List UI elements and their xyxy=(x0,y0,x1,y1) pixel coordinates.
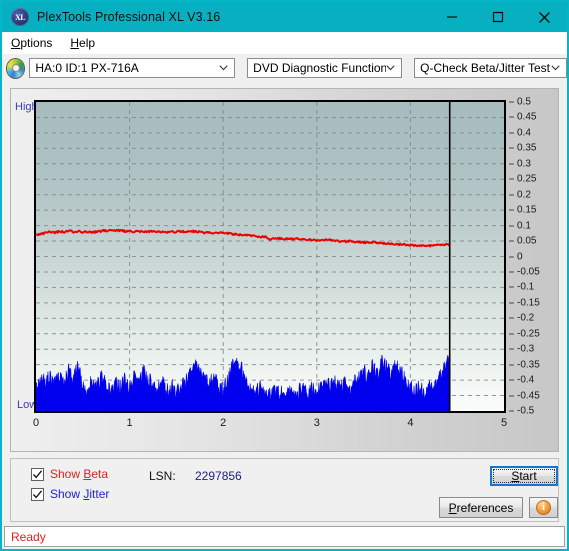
y-axis-tick-mark xyxy=(509,364,514,366)
y-axis-tick-mark xyxy=(509,410,514,412)
show-beta-checkbox[interactable] xyxy=(31,467,44,481)
y-axis-tick-mark xyxy=(509,317,514,319)
app-window: XL PlexTools Professional XL V3.16 Optio… xyxy=(0,0,569,551)
y-axis-tick-label: 0 xyxy=(517,251,523,262)
y-axis-tick-mark xyxy=(509,379,514,381)
y-axis-tick-label: -0.25 xyxy=(517,328,540,340)
window-title: PlexTools Professional XL V3.16 xyxy=(37,10,221,24)
window-controls xyxy=(429,2,567,32)
y-axis-tick-label: -0.05 xyxy=(517,266,540,278)
y-axis-tick-mark xyxy=(509,101,514,103)
y-axis-tick-label: 0.4 xyxy=(517,127,531,139)
y-axis-tick-label: -0.1 xyxy=(517,281,535,293)
test-select[interactable]: Q-Check Beta/Jitter Test xyxy=(414,58,567,78)
app-icon: XL xyxy=(11,8,29,26)
y-axis-tick-mark xyxy=(509,240,514,242)
y-axis-tick-mark xyxy=(509,209,514,211)
y-axis-tick-label: 0.05 xyxy=(517,235,537,247)
function-select[interactable]: DVD Diagnostic Functions xyxy=(247,58,403,78)
show-beta-label: Show Beta xyxy=(50,467,109,481)
chart-svg xyxy=(36,102,504,411)
y-axis-tick-label: -0.4 xyxy=(517,374,535,386)
menu-item-help[interactable]: Help xyxy=(61,34,104,52)
minimize-icon[interactable] xyxy=(429,2,475,32)
maximize-icon[interactable] xyxy=(475,2,521,32)
chevron-down-icon xyxy=(386,63,395,73)
x-axis-tick-label: 5 xyxy=(500,417,508,429)
y-axis-tick-mark xyxy=(509,395,514,397)
show-beta-row[interactable]: Show Beta xyxy=(31,467,108,481)
y-axis-tick-label: -0.45 xyxy=(517,390,540,402)
close-icon[interactable] xyxy=(521,2,567,32)
info-button[interactable]: i xyxy=(529,497,558,518)
plot-area xyxy=(34,100,506,413)
preferences-button-label: Preferences xyxy=(448,500,514,515)
y-axis-tick-label: 0.3 xyxy=(517,158,531,170)
info-icon: i xyxy=(536,500,551,515)
preferences-button[interactable]: Preferences xyxy=(439,497,523,518)
menu-item-options[interactable]: Options xyxy=(2,34,61,52)
start-button-label: Start xyxy=(492,468,556,484)
start-button[interactable]: Start xyxy=(490,466,558,486)
control-panel: Show Beta Show Jitter LSN: 2297856 Start… xyxy=(10,458,559,522)
y-axis-tick-mark xyxy=(509,178,514,180)
y-axis-tick-mark xyxy=(509,163,514,165)
y-axis-tick-mark xyxy=(509,132,514,134)
y-axis-tick-label: 0.45 xyxy=(517,111,537,123)
chart-panel: High Low 0.5 0.45 0.4 0.35 0.3 0.25 0.2 0.15 0.1… xyxy=(10,88,559,452)
drive-select[interactable]: HA:0 ID:1 PX-716A xyxy=(29,58,236,78)
y-axis-tick-mark xyxy=(509,256,514,257)
y-axis-tick-mark xyxy=(509,302,514,304)
y-axis-tick-label: -0.35 xyxy=(517,359,540,371)
y-axis-tick-label: -0.3 xyxy=(517,343,535,355)
test-select-value: Q-Check Beta/Jitter Test xyxy=(420,61,550,75)
show-jitter-label: Show Jitter xyxy=(50,487,110,501)
chevron-down-icon xyxy=(218,63,228,73)
function-select-value: DVD Diagnostic Functions xyxy=(253,61,386,75)
y-axis-tick-mark xyxy=(509,348,514,350)
y-axis-tick-mark xyxy=(509,271,514,273)
menu-item-options-label: ptions xyxy=(20,36,53,50)
y-axis-tick-mark xyxy=(509,194,514,196)
toolbar: HA:0 ID:1 PX-716A DVD Diagnostic Functio… xyxy=(2,54,567,82)
menu-bar: Options Help xyxy=(2,32,567,55)
y-axis-tick-mark xyxy=(509,286,514,288)
optical-disc-icon xyxy=(7,58,25,78)
x-axis-tick-label: 3 xyxy=(313,417,320,429)
y-axis-tick-label: 0.35 xyxy=(517,142,537,154)
x-axis-tick-label: 4 xyxy=(407,417,414,429)
menu-item-help-label: elp xyxy=(79,36,96,50)
plot-canvas xyxy=(34,100,506,413)
drive-select-value: HA:0 ID:1 PX-716A xyxy=(35,61,139,75)
x-axis: 0 1 2 3 4 5 xyxy=(32,415,508,437)
y-axis-tick-mark xyxy=(509,225,514,227)
lsn-label: LSN: xyxy=(149,469,176,483)
title-bar: XL PlexTools Professional XL V3.16 xyxy=(2,2,567,32)
x-axis-tick-label: 0 xyxy=(32,417,40,429)
x-axis-tick-label: 2 xyxy=(220,417,227,429)
status-text: Ready xyxy=(11,529,46,544)
y-axis-tick-label: 0.2 xyxy=(517,189,531,201)
show-jitter-row[interactable]: Show Jitter xyxy=(31,487,109,501)
y-axis: 0.5 0.45 0.4 0.35 0.3 0.25 0.2 0.15 0.1 0.05 0 -0.0… xyxy=(509,96,557,417)
y-axis-tick-label: 0.25 xyxy=(517,173,537,185)
y-axis-tick-mark xyxy=(509,333,514,335)
y-axis-tick-label: 0.1 xyxy=(517,220,531,232)
y-axis-tick-label: -0.2 xyxy=(517,312,535,324)
status-bar: Ready xyxy=(4,526,565,547)
show-jitter-checkbox[interactable] xyxy=(31,487,44,501)
y-axis-tick-label: -0.5 xyxy=(517,405,535,417)
y-axis-tick-label: -0.15 xyxy=(517,297,540,309)
lsn-value: 2297856 xyxy=(195,469,242,483)
y-axis-tick-label: 0.5 xyxy=(517,96,531,108)
x-axis-tick-label: 1 xyxy=(126,417,133,429)
y-axis-tick-mark xyxy=(509,116,514,118)
y-axis-tick-mark xyxy=(509,147,514,149)
y-axis-tick-label: 0.15 xyxy=(517,204,537,216)
chevron-down-icon xyxy=(550,63,560,73)
